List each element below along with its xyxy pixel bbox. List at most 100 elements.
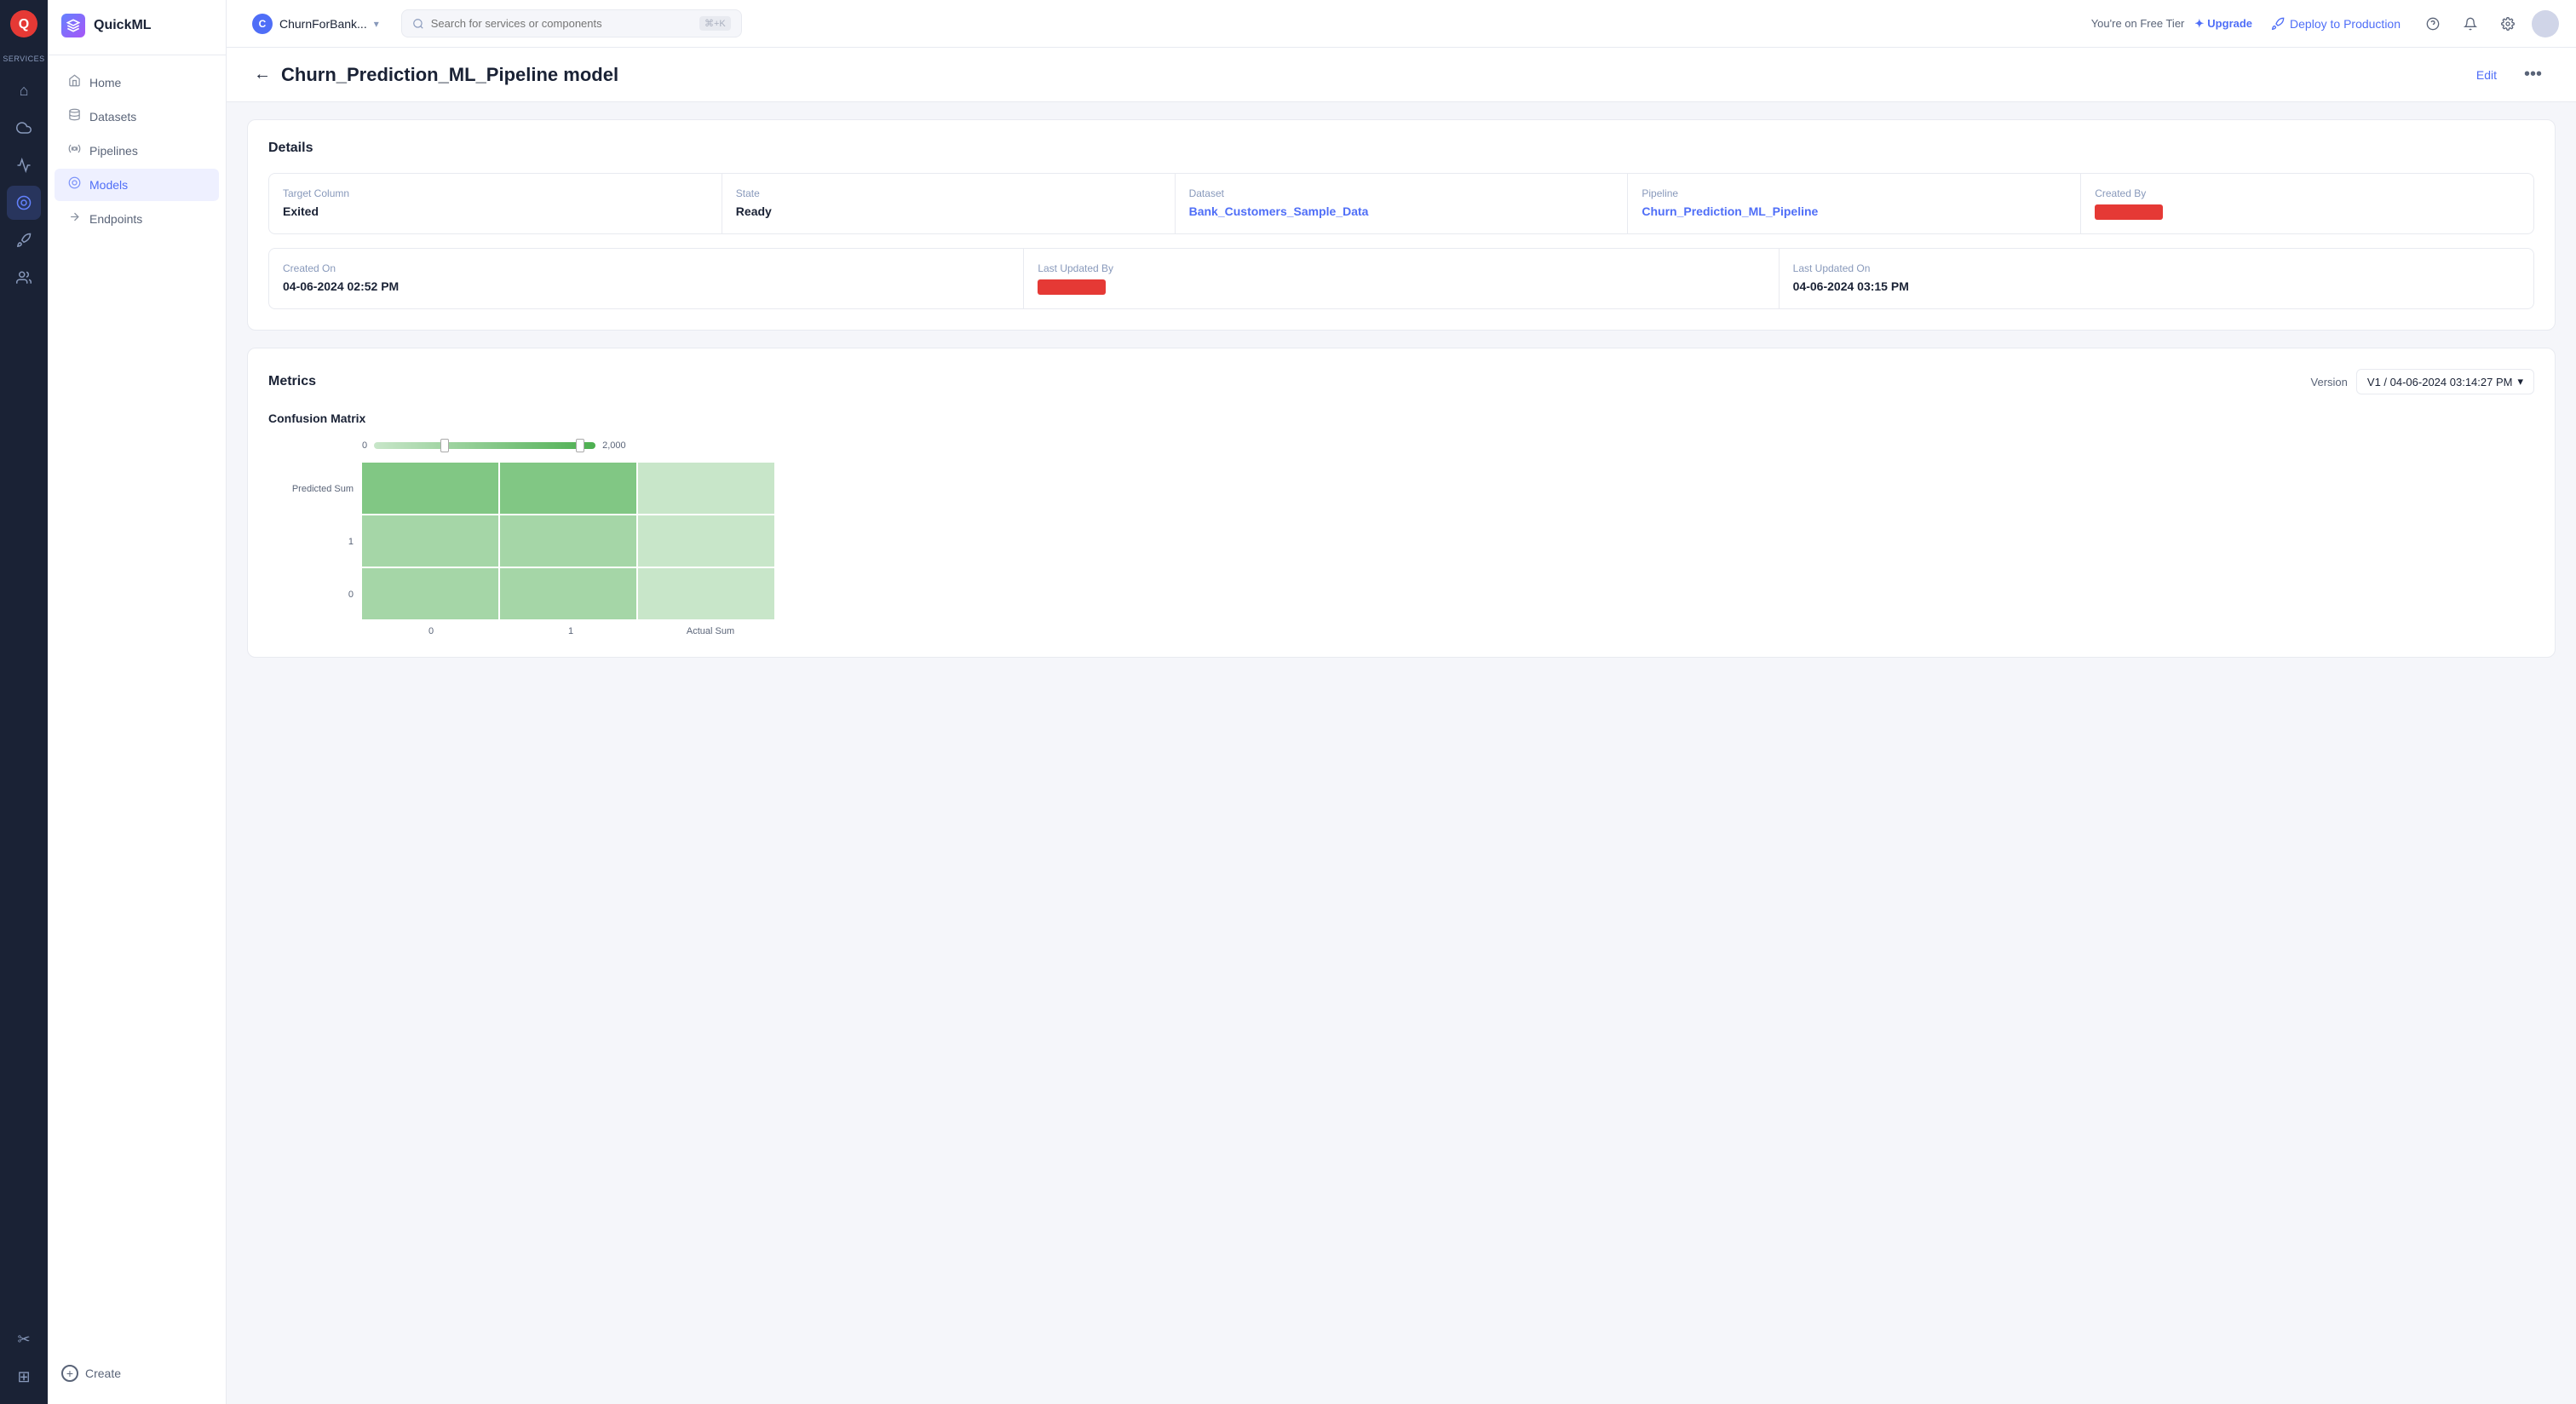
version-chevron-icon: ▾ xyxy=(2517,375,2523,388)
icon-rail: Q Services ⌂ ✂ ⊞ xyxy=(0,0,48,1404)
settings-button[interactable] xyxy=(2494,10,2521,37)
last-updated-on-value: 04-06-2024 03:15 PM xyxy=(1793,279,2520,293)
datasets-icon xyxy=(68,108,81,125)
home-rail-icon[interactable]: ⌂ xyxy=(7,73,41,107)
created-by-label: Created By xyxy=(2095,187,2520,199)
sidebar-item-pipelines-label: Pipelines xyxy=(89,144,138,158)
rocket-rail-icon[interactable] xyxy=(7,223,41,257)
created-on-value: 04-06-2024 02:52 PM xyxy=(283,279,1009,293)
matrix-cell-1-0 xyxy=(362,515,498,567)
target-column-value: Exited xyxy=(283,204,708,218)
search-bar[interactable]: ⌘+K xyxy=(401,9,742,37)
home-icon xyxy=(68,74,81,91)
sidebar-item-datasets-label: Datasets xyxy=(89,110,136,124)
details-title: Details xyxy=(268,141,2534,156)
scale-thumb-left[interactable] xyxy=(440,439,449,452)
matrix-cell-2-1 xyxy=(500,568,636,619)
last-updated-on-cell: Last Updated On 04-06-2024 03:15 PM xyxy=(1780,249,2533,308)
scale-bar xyxy=(374,442,595,449)
grid-rail-icon[interactable]: ⊞ xyxy=(7,1360,41,1394)
matrix-x-label-0: 0 xyxy=(362,626,500,636)
matrix-cell-1-1 xyxy=(500,515,636,567)
pipeline-label: Pipeline xyxy=(1642,187,2067,199)
notifications-button[interactable] xyxy=(2457,10,2484,37)
sidebar-item-pipelines[interactable]: Pipelines xyxy=(55,135,219,167)
matrix-y-label-2: 0 xyxy=(268,568,354,621)
workspace-selector[interactable]: C ChurnForBank... ▾ xyxy=(244,9,388,39)
user-avatar[interactable] xyxy=(2532,10,2559,37)
create-icon: + xyxy=(61,1365,78,1382)
last-updated-by-label: Last Updated By xyxy=(1038,262,1764,274)
top-nav-right: You're on Free Tier ✦ Upgrade Deploy to … xyxy=(2091,10,2559,37)
users-rail-icon[interactable] xyxy=(7,261,41,295)
sidebar-item-models[interactable]: Models xyxy=(55,169,219,201)
created-on-label: Created On xyxy=(283,262,1009,274)
top-nav: C ChurnForBank... ▾ ⌘+K You're on Free T… xyxy=(227,0,2576,48)
version-label: Version xyxy=(2311,376,2348,388)
content-area: ← Churn_Prediction_ML_Pipeline model Edi… xyxy=(227,48,2576,1404)
details-grid-row2: Created On 04-06-2024 02:52 PM Last Upda… xyxy=(268,248,2534,309)
back-button[interactable]: ← xyxy=(254,65,271,84)
matrix-y-label-1: 1 xyxy=(268,515,354,568)
matrix-cell-2-0 xyxy=(362,568,498,619)
scale-min-label: 0 xyxy=(362,440,367,451)
version-value: V1 / 04-06-2024 03:14:27 PM xyxy=(2367,376,2513,388)
last-updated-by-cell: Last Updated By xyxy=(1024,249,1778,308)
created-by-cell: Created By xyxy=(2081,174,2533,233)
matrix-cell-1-2 xyxy=(638,515,774,567)
scale-thumb-right[interactable] xyxy=(576,439,584,452)
target-column-cell: Target Column Exited xyxy=(269,174,722,233)
workspace-name: ChurnForBank... xyxy=(279,17,367,31)
matrix-x-label-1: 1 xyxy=(502,626,640,636)
search-input[interactable] xyxy=(431,17,693,30)
sidebar-item-home-label: Home xyxy=(89,76,121,89)
sidebar-item-endpoints[interactable]: Endpoints xyxy=(55,203,219,235)
pipelines-icon xyxy=(68,142,81,159)
dataset-value[interactable]: Bank_Customers_Sample_Data xyxy=(1189,204,1614,218)
matrix-grid xyxy=(362,463,774,619)
page-title-row: ← Churn_Prediction_ML_Pipeline model xyxy=(254,64,618,86)
matrix-x-label-actual: Actual Sum xyxy=(641,626,779,636)
sidebar-item-models-label: Models xyxy=(89,178,128,192)
deploy-label: Deploy to Production xyxy=(2290,17,2401,31)
pipeline-cell: Pipeline Churn_Prediction_ML_Pipeline xyxy=(1628,174,2080,233)
more-options-button[interactable]: ••• xyxy=(2517,61,2549,88)
matrix-cell-2-2 xyxy=(638,568,774,619)
metrics-section: Metrics Version V1 / 04-06-2024 03:14:27… xyxy=(247,348,2556,658)
version-dropdown[interactable]: V1 / 04-06-2024 03:14:27 PM ▾ xyxy=(2356,369,2534,394)
models-icon xyxy=(68,176,81,193)
help-button[interactable] xyxy=(2419,10,2447,37)
matrix-row-2 xyxy=(362,568,774,619)
sidebar-brand-icon xyxy=(61,14,85,37)
sidebar: QuickML Home Datasets Pipelines Models xyxy=(48,0,227,1404)
create-button[interactable]: + Create xyxy=(48,1356,226,1390)
confusion-matrix-title: Confusion Matrix xyxy=(268,411,2534,425)
rocket-icon xyxy=(2271,17,2285,31)
analytics-rail-icon[interactable] xyxy=(7,148,41,182)
model-rail-icon[interactable] xyxy=(7,186,41,220)
pipeline-value[interactable]: Churn_Prediction_ML_Pipeline xyxy=(1642,204,2067,218)
sidebar-brand-name: QuickML xyxy=(94,18,152,33)
sidebar-item-home[interactable]: Home xyxy=(55,66,219,99)
details-section: Details Target Column Exited State Ready… xyxy=(247,119,2556,331)
tools-rail-icon[interactable]: ✂ xyxy=(7,1322,41,1356)
search-shortcut: ⌘+K xyxy=(699,16,731,31)
svg-text:Q: Q xyxy=(19,17,29,32)
edit-button[interactable]: Edit xyxy=(2466,63,2507,87)
scale-max-label: 2,000 xyxy=(602,440,626,451)
matrix-x-labels: 0 1 Actual Sum xyxy=(268,626,2534,636)
deploy-to-production-button[interactable]: Deploy to Production xyxy=(2263,12,2409,36)
matrix-row-1 xyxy=(362,515,774,567)
dataset-cell: Dataset Bank_Customers_Sample_Data xyxy=(1176,174,1628,233)
upgrade-button[interactable]: ✦ Upgrade xyxy=(2194,17,2252,31)
scale-bar-container xyxy=(374,439,595,452)
cloud-rail-icon[interactable] xyxy=(7,111,41,145)
metrics-header: Metrics Version V1 / 04-06-2024 03:14:27… xyxy=(268,369,2534,394)
sidebar-item-datasets[interactable]: Datasets xyxy=(55,101,219,133)
endpoints-icon xyxy=(68,210,81,227)
app-logo-rail: Q xyxy=(10,10,37,37)
state-value: Ready xyxy=(736,204,1161,218)
tier-badge: You're on Free Tier xyxy=(2091,17,2185,30)
workspace-icon: C xyxy=(252,14,273,34)
matrix-row-0 xyxy=(362,463,774,514)
